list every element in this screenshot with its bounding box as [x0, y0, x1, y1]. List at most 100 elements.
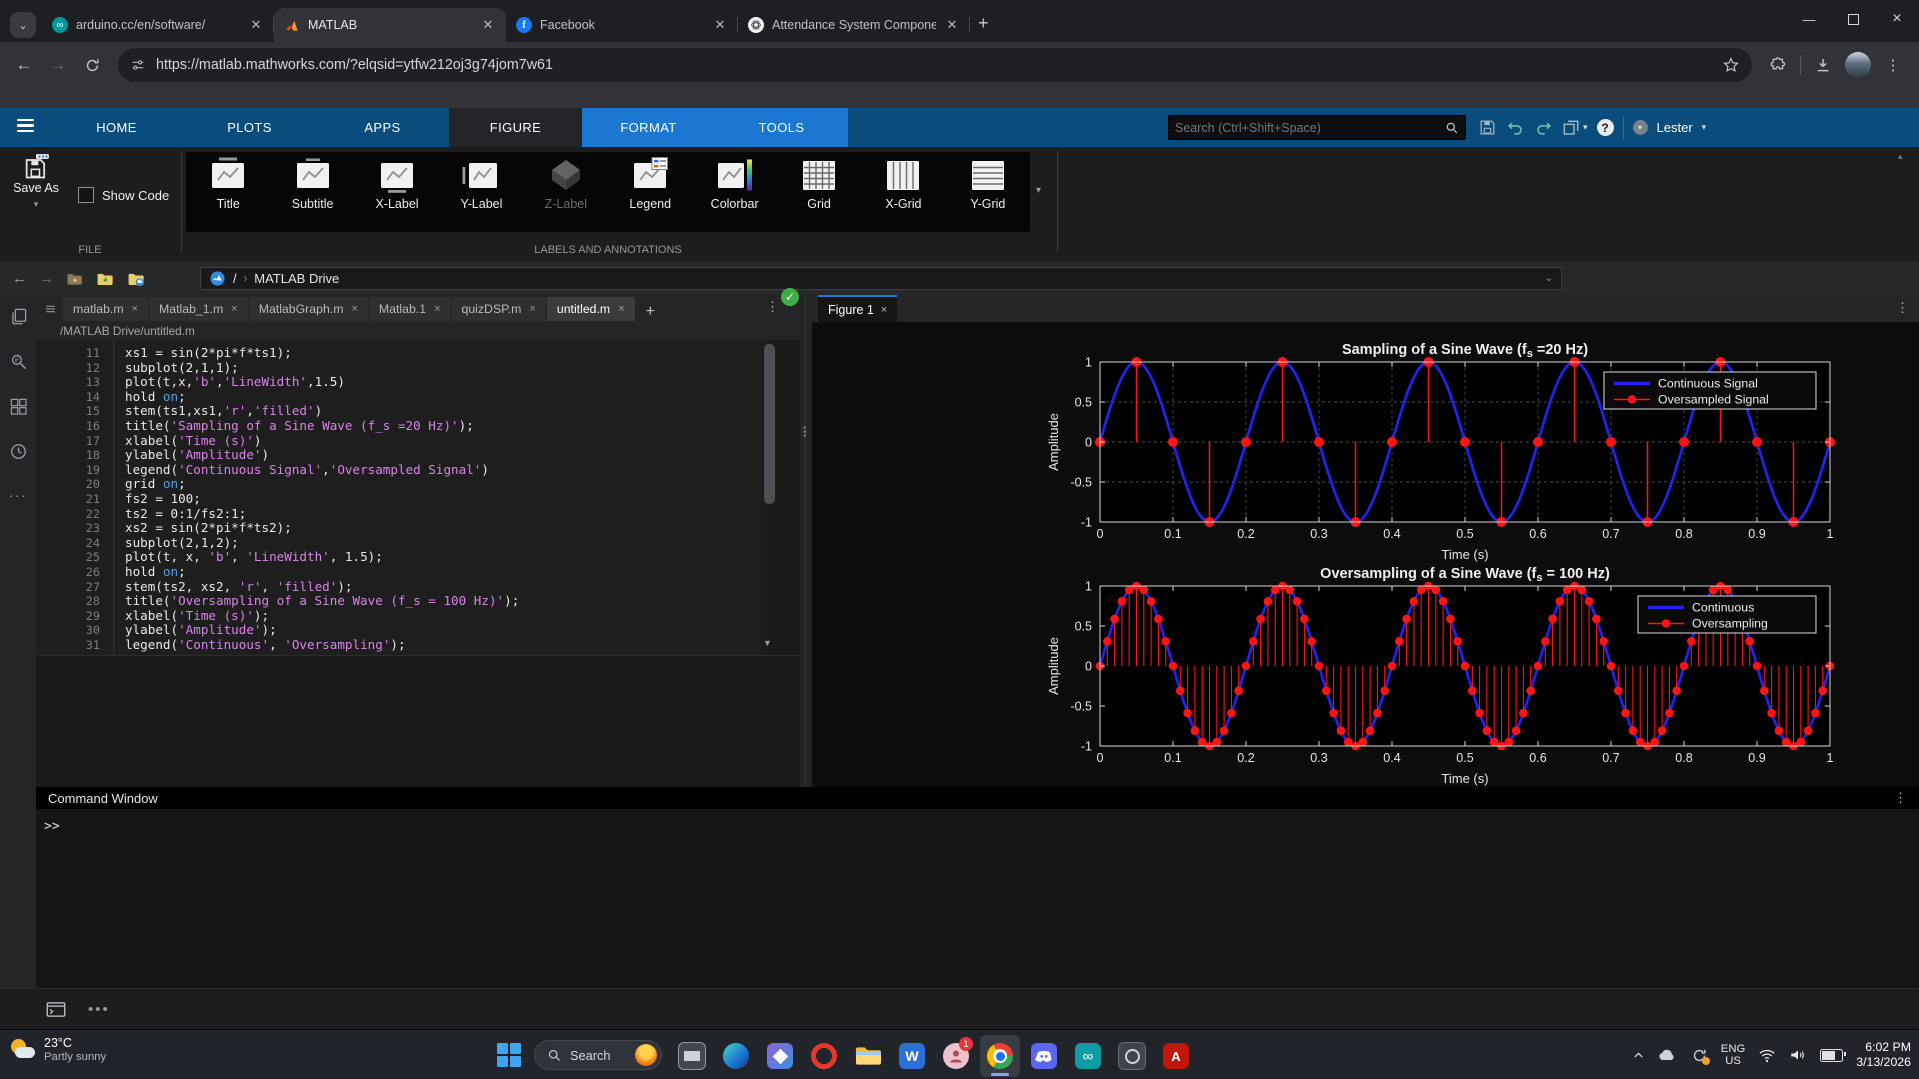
editor-tab-close-icon[interactable]: × [351, 303, 357, 315]
onedrive-icon[interactable] [1658, 1048, 1678, 1062]
code-analyzer-status-icon[interactable]: ✓ [781, 288, 799, 306]
breadcrumb-location[interactable]: MATLAB Drive [254, 271, 339, 286]
profile-avatar[interactable] [1845, 52, 1871, 78]
editor-tab-close-icon[interactable]: × [231, 303, 237, 315]
ribbon-item-xgrid[interactable]: X-Grid [861, 152, 945, 232]
taskbar-app-discord[interactable] [1024, 1035, 1064, 1077]
search-highlight-icon[interactable] [635, 1044, 657, 1066]
code-line-15[interactable]: 15stem(ts1,xs1,'r','filled') [36, 404, 762, 419]
group-dropdown-chevron-icon[interactable]: ▾ [1036, 185, 1041, 196]
taskbar-search[interactable]: Search [534, 1040, 662, 1070]
rail-workspace-icon[interactable] [9, 397, 28, 416]
site-settings-icon[interactable] [130, 57, 146, 73]
code-line-26[interactable]: 26hold on; [36, 565, 762, 580]
command-window-header[interactable]: Command Window ⋮ [36, 787, 1919, 809]
code-line-18[interactable]: 18ylabel('Amplitude') [36, 448, 762, 463]
browser-tab-matlab[interactable]: MATLAB✕ [274, 8, 506, 42]
rail-files-icon[interactable] [9, 307, 28, 326]
code-line-24[interactable]: 24subplot(2,1,2); [36, 536, 762, 551]
ribbon-item-colorbar[interactable]: Colorbar [692, 152, 776, 232]
panel-splitter[interactable]: ••• [800, 295, 812, 787]
rail-more-icon[interactable]: ··· [9, 487, 28, 503]
ribbon-collapse-icon[interactable]: ▴ [1898, 151, 1903, 162]
close-button[interactable]: × [1875, 0, 1919, 38]
editor-tab-close-icon[interactable]: × [132, 303, 138, 315]
wifi-icon[interactable] [1758, 1048, 1776, 1063]
toolstrip-tab-plots[interactable]: PLOTS [183, 108, 316, 147]
breadcrumb-root[interactable]: / [233, 271, 237, 286]
search-input[interactable] [1169, 121, 1445, 135]
code-line-23[interactable]: 23xs2 = sin(2*pi*f*ts2); [36, 521, 762, 536]
show-code-checkbox[interactable] [78, 187, 94, 203]
undo-icon[interactable] [1506, 118, 1525, 137]
code-line-30[interactable]: 30ylabel('Amplitude'); [36, 623, 762, 638]
doc-search-box[interactable] [1168, 115, 1466, 140]
editor-tab-quizdsp-m[interactable]: quizDSP.m× [452, 297, 546, 321]
taskbar-app-word[interactable]: W [892, 1035, 932, 1077]
taskbar-app-chrome[interactable] [980, 1035, 1020, 1077]
minimize-button[interactable]: — [1787, 0, 1831, 38]
editor-tab-matlab-m[interactable]: matlab.m× [63, 297, 148, 321]
splitter-grip[interactable]: ••• [803, 427, 807, 439]
editor-tab-untitled-m[interactable]: untitled.m× [547, 297, 635, 321]
help-button[interactable]: ? [1597, 119, 1614, 136]
volume-icon[interactable] [1789, 1047, 1807, 1063]
figure-tab-close-icon[interactable]: × [881, 304, 887, 316]
tab-close-icon[interactable]: ✕ [248, 17, 264, 33]
user-menu-chevron-icon[interactable]: ▾ [1702, 122, 1707, 133]
command-window-menu-icon[interactable]: ⋮ [1894, 790, 1907, 806]
browser-tab-facebook[interactable]: fFacebook✕ [506, 8, 738, 42]
back-button[interactable]: ← [8, 49, 40, 81]
toolstrip-tab-tools[interactable]: TOOLS [715, 108, 848, 147]
browser-tab-arduino-cc-en-software-[interactable]: ∞arduino.cc/en/software/✕ [42, 8, 274, 42]
command-window[interactable]: >> [36, 809, 1919, 988]
code-line-12[interactable]: 12subplot(2,1,1); [36, 361, 762, 376]
save-icon[interactable] [1478, 118, 1497, 137]
code-line-14[interactable]: 14hold on; [36, 390, 762, 405]
battery-icon[interactable] [1820, 1049, 1843, 1062]
code-line-27[interactable]: 27stem(ts2, xs2, 'r', 'filled'); [36, 580, 762, 595]
url-text[interactable]: https://matlab.mathworks.com/?elqsid=ytf… [156, 57, 1712, 73]
editor-tab-matlab-1-m[interactable]: Matlab_1.m× [149, 297, 248, 321]
taskbar-app-github-desktop[interactable] [1112, 1035, 1152, 1077]
save-as-button[interactable]: Save As ▾ [6, 153, 66, 210]
up-folder-icon[interactable] [66, 271, 84, 287]
taskbar-app-photos[interactable] [760, 1035, 800, 1077]
terminal-panel-icon[interactable] [46, 1001, 66, 1018]
code-line-16[interactable]: 16title('Sampling of a Sine Wave (f_s =2… [36, 419, 762, 434]
nav-back-icon[interactable]: ← [12, 270, 27, 287]
start-button[interactable] [497, 1043, 521, 1067]
tab-close-icon[interactable]: ✕ [480, 17, 496, 33]
ribbon-item-legend[interactable]: Legend [608, 152, 692, 232]
editor-tab-close-icon[interactable]: × [618, 303, 624, 315]
ribbon-item-ygrid[interactable]: Y-Grid [946, 152, 1030, 232]
taskbar-app-arduino-ide[interactable]: ∞ [1068, 1035, 1108, 1077]
editor-tab-close-icon[interactable]: × [434, 303, 440, 315]
cloud-folder-icon[interactable] [127, 271, 146, 287]
ribbon-item-grid[interactable]: Grid [777, 152, 861, 232]
nav-forward-icon[interactable]: → [39, 270, 54, 287]
user-name[interactable]: Lester [1657, 120, 1693, 135]
rail-history-icon[interactable] [9, 442, 28, 461]
figure-tab[interactable]: Figure 1 × [818, 295, 897, 322]
code-line-31[interactable]: 31legend('Continuous', 'Oversampling'); [36, 638, 762, 653]
toolstrip-tab-figure[interactable]: FIGURE [449, 108, 582, 147]
sync-icon[interactable] [1691, 1047, 1708, 1064]
ribbon-item-ylabel[interactable]: Y-Label [439, 152, 523, 232]
editor-menu-icon[interactable]: ⋮ [766, 299, 779, 315]
toolstrip-tab-apps[interactable]: APPS [316, 108, 449, 147]
downloads-button[interactable] [1807, 49, 1839, 81]
tab-close-icon[interactable]: ✕ [712, 17, 728, 33]
taskbar-app-opera[interactable] [804, 1035, 844, 1077]
editor-tab-list-icon[interactable] [44, 303, 57, 316]
code-line-17[interactable]: 17xlabel('Time (s)') [36, 434, 762, 449]
extensions-button[interactable] [1762, 49, 1794, 81]
toolstrip-tab-format[interactable]: FORMAT [582, 108, 715, 147]
taskbar-app-file-explorer[interactable] [848, 1035, 888, 1077]
forward-button[interactable]: → [42, 49, 74, 81]
browser-menu-button[interactable]: ⋮ [1877, 49, 1909, 81]
bookmark-star-icon[interactable] [1722, 56, 1740, 74]
code-line-29[interactable]: 29xlabel('Time (s)'); [36, 609, 762, 624]
ribbon-item-title[interactable]: Title [186, 152, 270, 232]
tray-expand-icon[interactable] [1632, 1049, 1645, 1062]
